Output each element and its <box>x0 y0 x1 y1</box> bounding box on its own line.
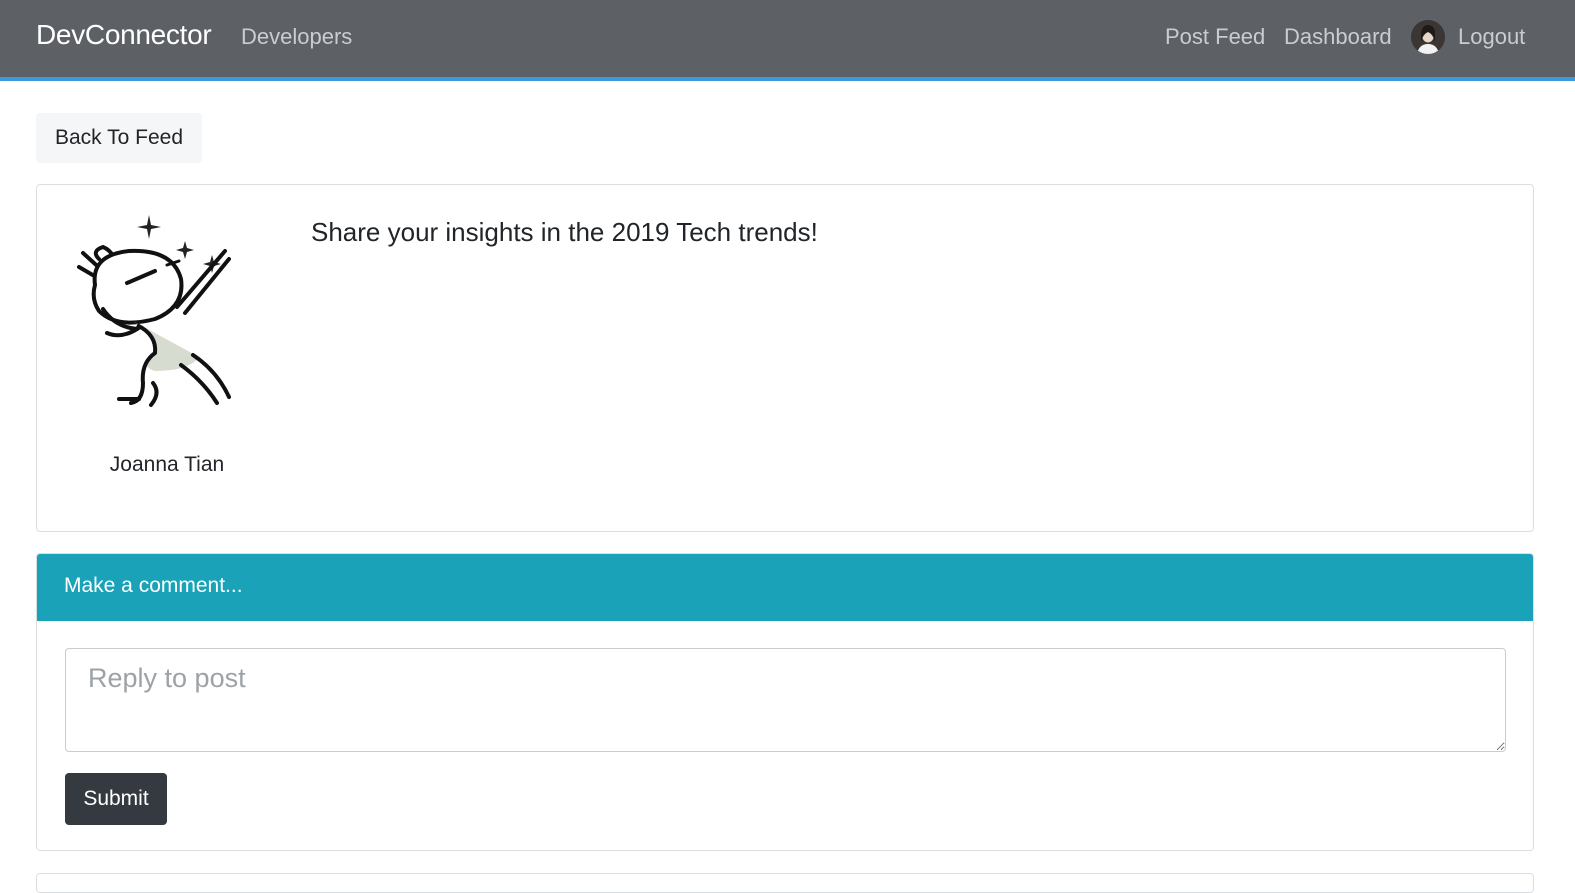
back-to-feed-button[interactable]: Back To Feed <box>36 113 202 163</box>
nav-dashboard-link[interactable]: Dashboard <box>1284 24 1392 50</box>
nav-developers-link[interactable]: Developers <box>241 24 352 50</box>
submit-button[interactable]: Submit <box>65 773 167 825</box>
comment-form-header: Make a comment... <box>37 554 1533 621</box>
brand-link[interactable]: DevConnector <box>36 19 212 51</box>
post-text: Share your insights in the 2019 Tech tre… <box>311 217 818 247</box>
comments-list-card <box>36 873 1534 893</box>
reply-textarea[interactable] <box>65 648 1506 752</box>
nav-logout-link[interactable]: Logout <box>1458 24 1525 50</box>
comment-form-card: Make a comment... Submit <box>36 553 1534 851</box>
nav-post-feed-link[interactable]: Post Feed <box>1165 24 1265 50</box>
dabbing-bunny-avatar-icon[interactable] <box>77 207 267 417</box>
user-avatar-icon[interactable] <box>1411 20 1445 54</box>
post-author-name: Joanna Tian <box>109 453 225 476</box>
navbar: DevConnector Developers Post Feed Dashbo… <box>0 0 1575 81</box>
post-card: Joanna Tian Share your insights in the 2… <box>36 184 1534 532</box>
comment-form-header-text: Make a comment... <box>64 574 243 597</box>
